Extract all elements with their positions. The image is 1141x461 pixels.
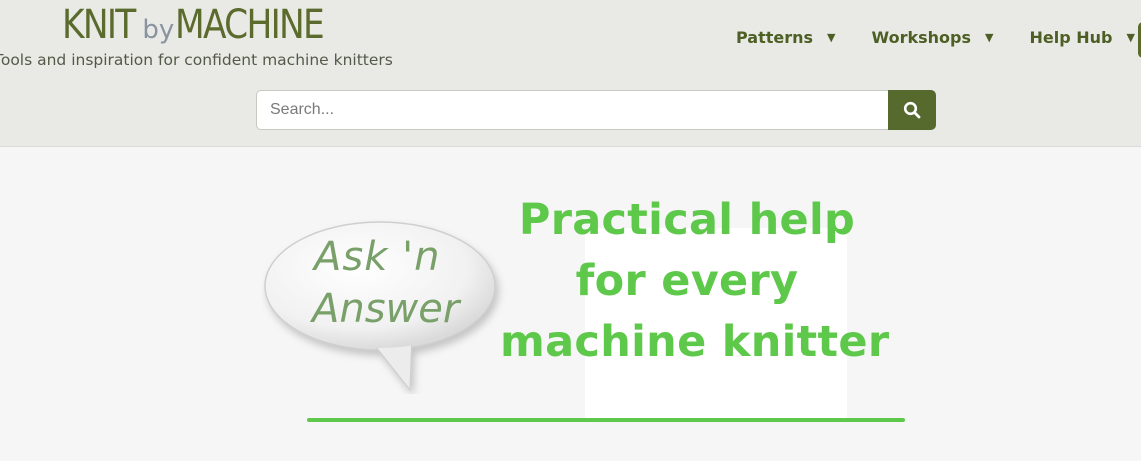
bubble-text-line1: Ask 'n (311, 234, 440, 280)
hero-title-line-3: machine knitter (500, 317, 890, 367)
logo-by: by (142, 15, 175, 45)
hero-title: Practical help for every machine knitter (500, 190, 890, 373)
caret-down-icon: ▼ (1126, 31, 1135, 44)
search-icon (903, 101, 921, 119)
bubble-text-line2: Answer (309, 286, 462, 332)
hero-divider (307, 418, 905, 422)
nav-item-workshops[interactable]: Workshops ▼ (872, 28, 994, 47)
nav-item-label: Workshops (871, 28, 971, 47)
search-input[interactable] (256, 90, 888, 130)
hero-title-line-2: for every (575, 256, 799, 306)
logo-knit: KNIT (62, 2, 136, 48)
nav-item-label: Help Hub (1029, 28, 1113, 47)
site-tagline: Tools and inspiration for confident mach… (0, 51, 393, 69)
nav-item-label: Patterns (736, 28, 814, 47)
site-header: KNIT by MACHINE Tools and inspiration fo… (0, 0, 1141, 147)
search-form (256, 90, 936, 130)
search-button[interactable] (888, 90, 936, 130)
main-nav: Patterns ▼ Workshops ▼ Help Hub ▼ (736, 28, 1141, 47)
nav-item-help-hub[interactable]: Help Hub ▼ (1029, 28, 1134, 47)
site-logo[interactable]: KNIT by MACHINE (62, 2, 347, 52)
caret-down-icon: ▼ (985, 31, 994, 44)
caret-down-icon: ▼ (827, 31, 836, 44)
logo-machine: MACHINE (175, 2, 325, 48)
ask-n-answer-bubble: Ask 'n Answer (264, 221, 496, 392)
nav-item-patterns[interactable]: Patterns ▼ (736, 28, 836, 47)
hero-title-line-1: Practical help (518, 195, 856, 245)
